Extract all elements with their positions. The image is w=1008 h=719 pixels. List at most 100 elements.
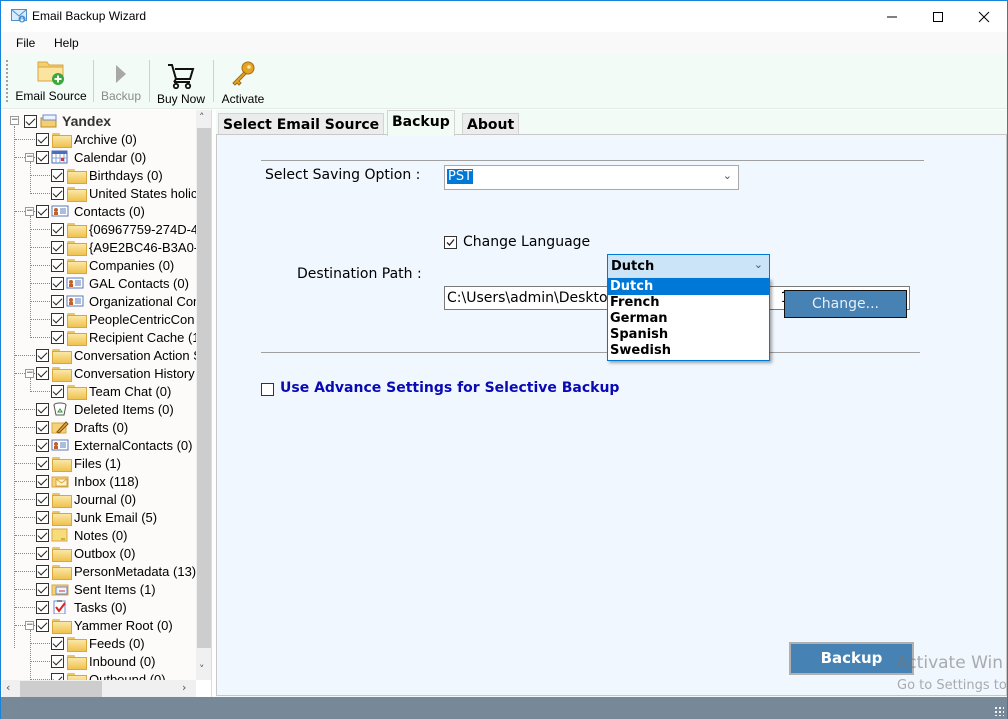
tree-checkbox[interactable] <box>36 438 49 452</box>
tree-checkbox[interactable] <box>36 510 49 524</box>
tree-checkbox[interactable] <box>36 492 49 506</box>
tree-item[interactable]: Conversation History <box>36 364 195 382</box>
tree-checkbox[interactable] <box>51 258 64 272</box>
tree-checkbox[interactable] <box>51 294 64 308</box>
scroll-left-icon[interactable]: ‹ <box>6 681 10 694</box>
maximize-button[interactable] <box>915 1 961 32</box>
tree-checkbox[interactable] <box>24 114 37 128</box>
menu-help[interactable]: Help <box>54 36 79 50</box>
language-option-spanish[interactable]: Spanish <box>608 327 769 343</box>
tree-checkbox[interactable] <box>51 222 64 236</box>
tree-item[interactable]: Files (1) <box>36 454 121 472</box>
change-language-label[interactable]: Change Language <box>463 234 590 250</box>
tree-item[interactable]: {06967759-274D-4( <box>51 220 196 238</box>
toolbar-grip[interactable] <box>6 60 8 102</box>
tree-item[interactable]: Inbox (118) <box>36 472 139 490</box>
tree-item[interactable]: Tasks (0) <box>36 598 127 616</box>
tree-checkbox[interactable] <box>36 204 49 218</box>
collapse-toggle-icon[interactable]: − <box>25 153 34 162</box>
advance-settings-label[interactable]: Use Advance Settings for Selective Backu… <box>280 380 619 396</box>
collapse-toggle-icon[interactable]: − <box>25 369 34 378</box>
tree-horizontal-scrollbar[interactable]: ‹ › <box>2 680 196 698</box>
collapse-toggle-icon[interactable]: − <box>25 207 34 216</box>
tree-checkbox[interactable] <box>36 474 49 488</box>
tree-item[interactable]: Drafts (0) <box>36 418 128 436</box>
language-option-dutch[interactable]: Dutch <box>608 279 769 295</box>
tab-about[interactable]: About <box>462 113 520 135</box>
tree-checkbox[interactable] <box>36 366 49 380</box>
tree-checkbox[interactable] <box>51 384 64 398</box>
tree-item[interactable]: Archive (0) <box>36 130 137 148</box>
tree-item[interactable]: Recipient Cache (1 <box>51 328 196 346</box>
language-select[interactable]: Dutch ⌄ <box>607 254 770 279</box>
tree-item[interactable]: Yammer Root (0) <box>36 616 173 634</box>
tree-checkbox[interactable] <box>51 330 64 344</box>
email-source-button[interactable]: Email Source <box>11 56 91 106</box>
tree-checkbox[interactable] <box>36 546 49 560</box>
tree-checkbox[interactable] <box>51 636 64 650</box>
tree-item[interactable]: ExternalContacts (0) <box>36 436 193 454</box>
scroll-right-icon[interactable]: › <box>182 681 186 694</box>
tab-backup[interactable]: Backup <box>387 110 455 136</box>
tree-checkbox[interactable] <box>51 312 64 326</box>
tree-item[interactable]: GAL Contacts (0) <box>51 274 189 292</box>
tree-checkbox[interactable] <box>36 420 49 434</box>
tree-checkbox[interactable] <box>51 240 64 254</box>
activate-button[interactable]: Activate <box>217 56 269 106</box>
scroll-thumb[interactable] <box>20 681 102 697</box>
tree-checkbox[interactable] <box>51 186 64 200</box>
tree-checkbox[interactable] <box>36 564 49 578</box>
tab-select-email-source[interactable]: Select Email Source <box>218 113 385 135</box>
tree-checkbox[interactable] <box>36 618 49 632</box>
tree-item[interactable]: United States holic <box>51 184 196 202</box>
advance-settings-checkbox[interactable] <box>261 383 274 396</box>
menu-file[interactable]: File <box>16 36 35 50</box>
tree-item[interactable]: Deleted Items (0) <box>36 400 174 418</box>
tree-item[interactable]: Inbound (0) <box>51 652 156 670</box>
buy-now-button[interactable]: Buy Now <box>153 56 209 106</box>
tree-item[interactable]: Team Chat (0) <box>51 382 171 400</box>
tree-item[interactable]: PeopleCentricCon <box>51 310 195 328</box>
tree-item[interactable]: Birthdays (0) <box>51 166 163 184</box>
scroll-up-icon[interactable]: ˄ <box>199 111 205 124</box>
tree-item[interactable]: PersonMetadata (13) <box>36 562 196 580</box>
language-option-german[interactable]: German <box>608 311 769 327</box>
tree-vertical-scrollbar[interactable]: ˄ ˅ <box>196 110 211 680</box>
tree-root[interactable]: Yandex <box>24 112 111 130</box>
tree-checkbox[interactable] <box>36 528 49 542</box>
tree-checkbox[interactable] <box>51 168 64 182</box>
tree-item[interactable]: Contacts (0) <box>36 202 145 220</box>
tree-item[interactable]: Companies (0) <box>51 256 174 274</box>
backup-toolbar-button[interactable]: Backup <box>97 56 145 106</box>
tree-checkbox[interactable] <box>51 654 64 668</box>
tree-item[interactable]: Calendar (0) <box>36 148 146 166</box>
tree-item[interactable]: Feeds (0) <box>51 634 145 652</box>
collapse-toggle-icon[interactable]: − <box>10 116 19 125</box>
tree-checkbox[interactable] <box>36 456 49 470</box>
minimize-button[interactable] <box>869 1 915 32</box>
scroll-thumb[interactable] <box>197 128 211 648</box>
tree-checkbox[interactable] <box>36 582 49 596</box>
tree-item[interactable]: Organizational Cor <box>51 292 196 310</box>
collapse-toggle-icon[interactable]: − <box>25 621 34 630</box>
tree-item[interactable]: Sent Items (1) <box>36 580 156 598</box>
tree-item[interactable]: Outbox (0) <box>36 544 135 562</box>
tree-item[interactable]: Journal (0) <box>36 490 136 508</box>
change-language-checkbox[interactable] <box>444 236 457 249</box>
scroll-down-icon[interactable]: ˅ <box>199 663 205 676</box>
tree-checkbox[interactable] <box>51 276 64 290</box>
resize-grip-icon[interactable] <box>994 706 1004 716</box>
tree-item[interactable]: Junk Email (5) <box>36 508 157 526</box>
close-button[interactable] <box>961 1 1007 32</box>
tree-checkbox[interactable] <box>36 132 49 146</box>
language-option-swedish[interactable]: Swedish <box>608 343 769 359</box>
tree-checkbox[interactable] <box>36 402 49 416</box>
tree-item[interactable]: Conversation Action S <box>36 346 196 364</box>
tree-checkbox[interactable] <box>51 672 64 680</box>
tree-checkbox[interactable] <box>36 150 49 164</box>
change-path-button[interactable]: Change... <box>784 290 907 318</box>
tree-checkbox[interactable] <box>36 348 49 362</box>
tree-item[interactable]: Notes (0) <box>36 526 127 544</box>
language-option-french[interactable]: French <box>608 295 769 311</box>
tree-checkbox[interactable] <box>36 600 49 614</box>
